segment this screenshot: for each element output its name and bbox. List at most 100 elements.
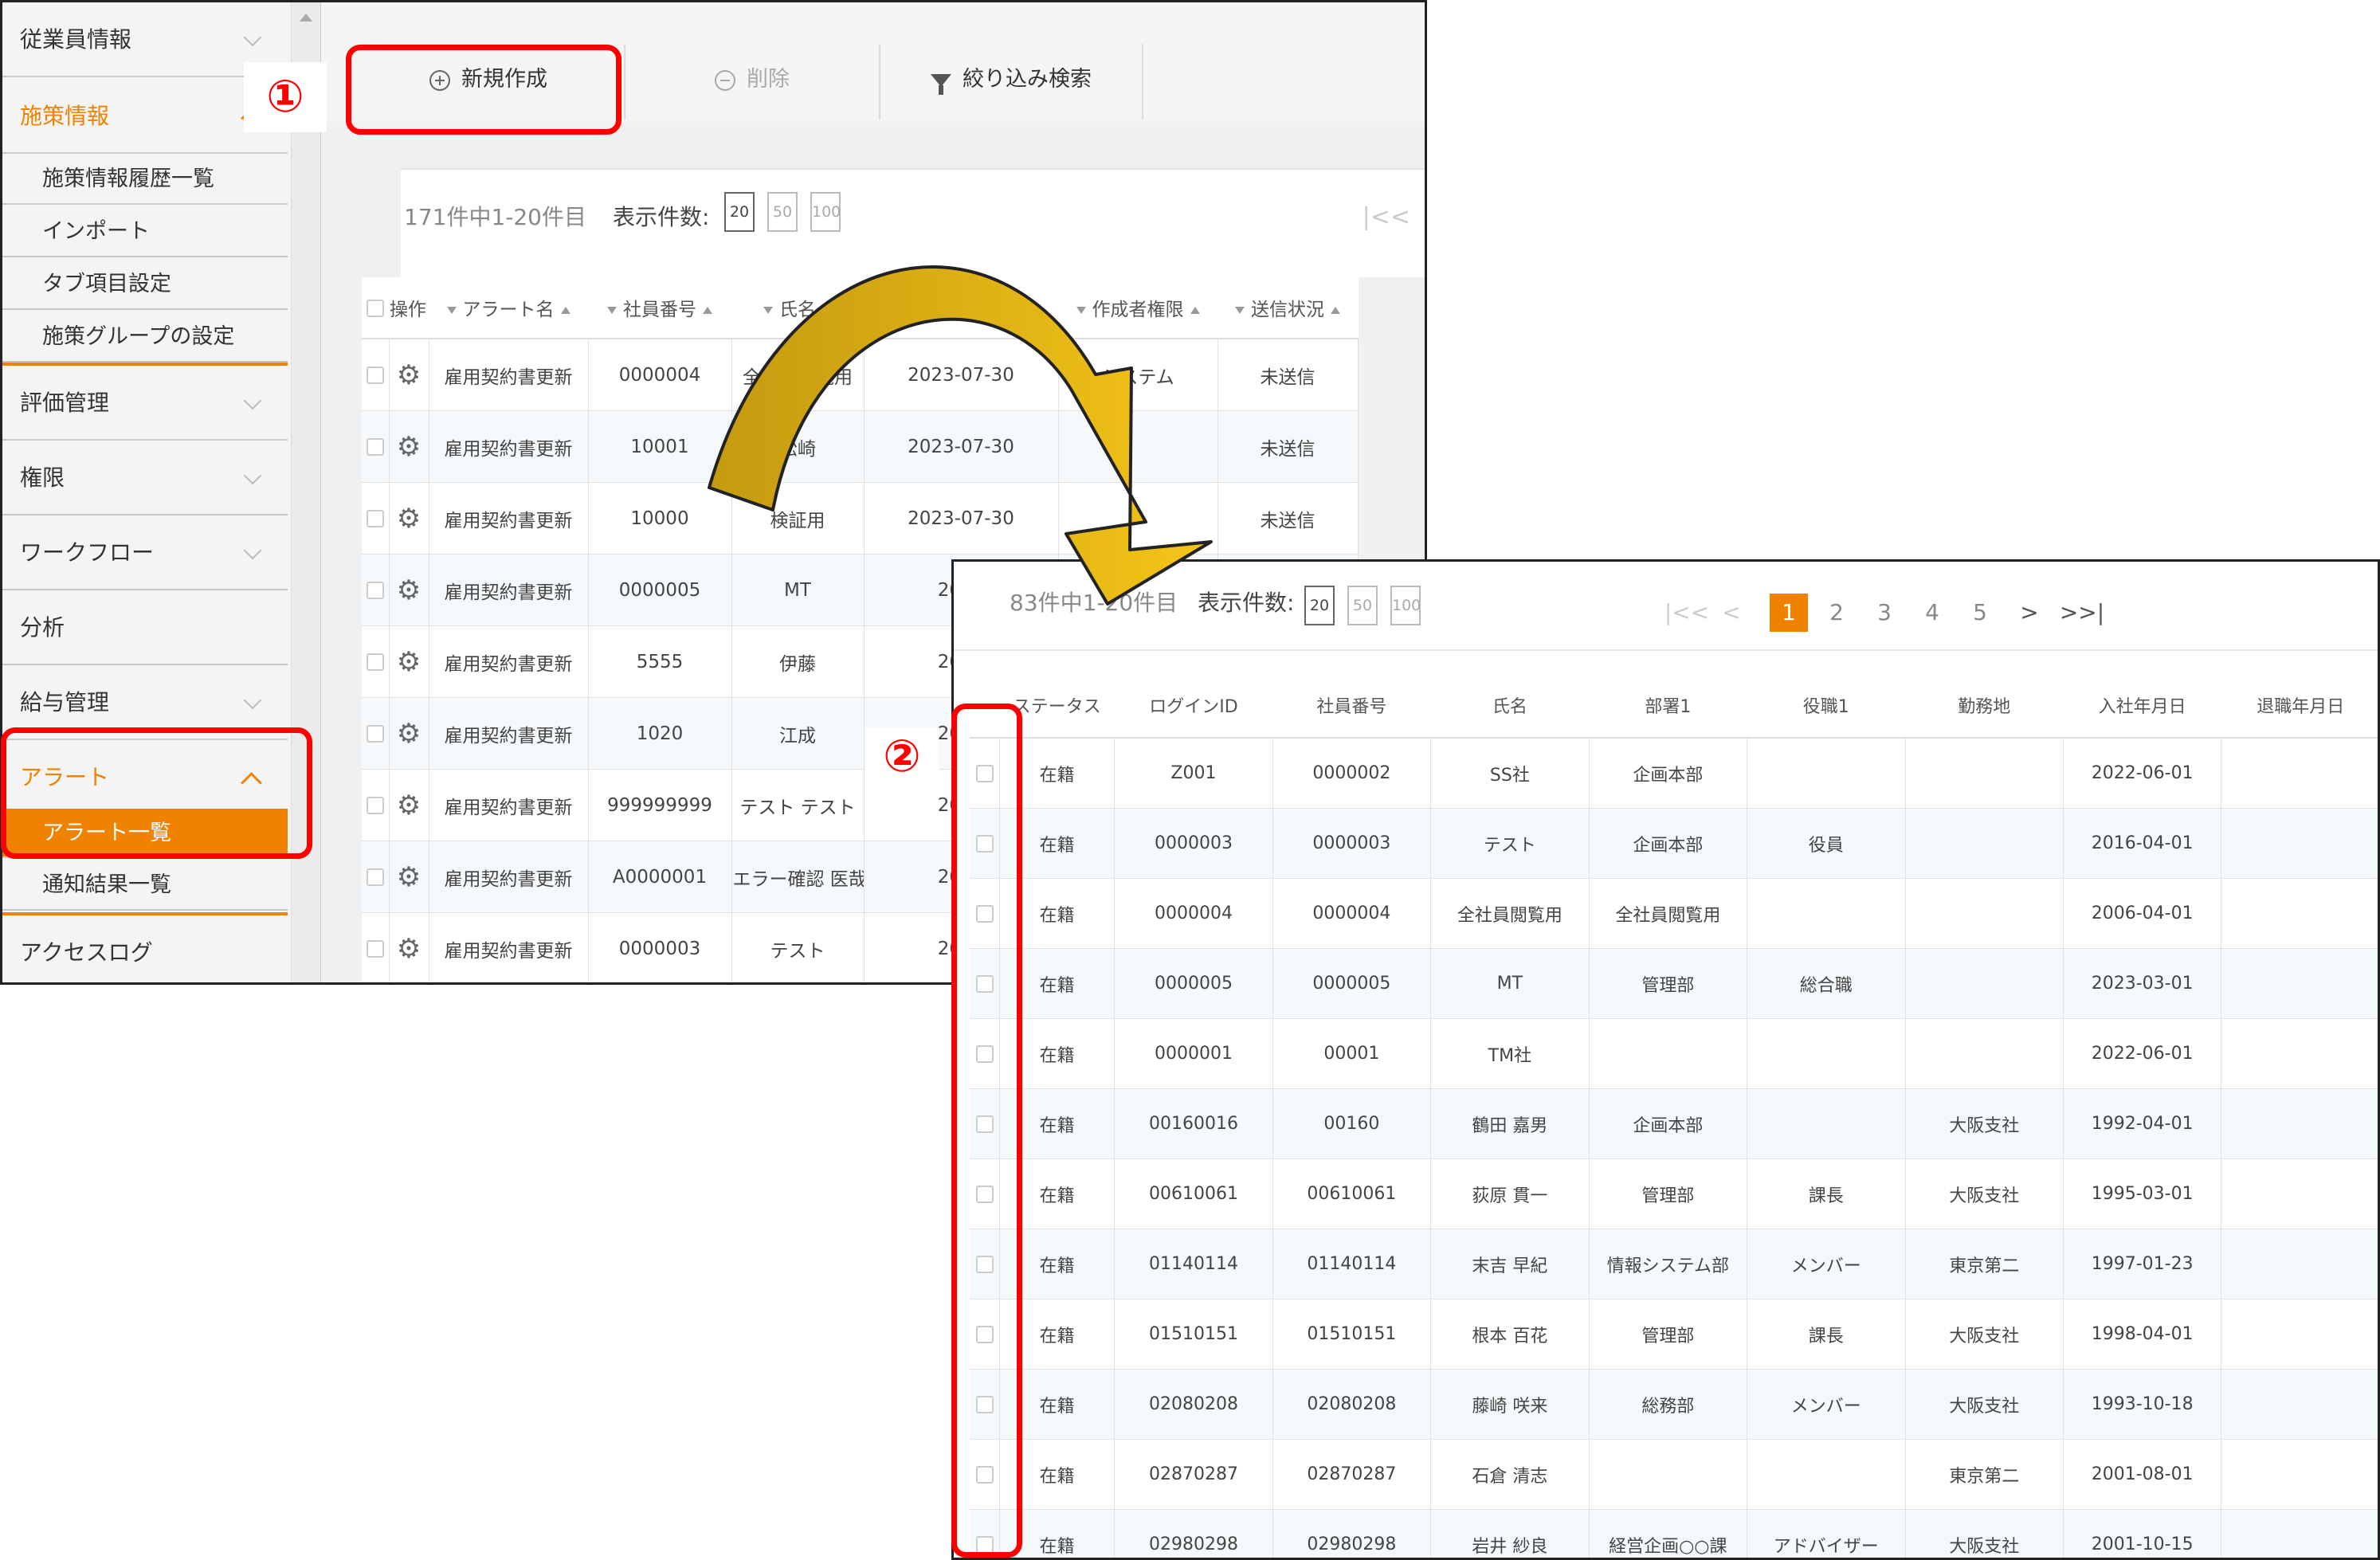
sidebar-subitem-notification-results[interactable]: 通知結果一覧 xyxy=(2,860,288,911)
sidebar-item-permissions[interactable]: 権限 xyxy=(2,441,288,515)
gear-icon[interactable]: ⚙ xyxy=(397,359,421,391)
table-row[interactable]: 在籍 01140114 01140114 末吉 早紀 情報システム部 メンバー 東京第二 19… xyxy=(970,1229,2378,1299)
row-checkbox[interactable] xyxy=(366,940,384,958)
chevron-down-icon xyxy=(243,691,262,710)
page-button-4[interactable]: 4 xyxy=(1913,594,1951,632)
row-checkbox[interactable] xyxy=(366,797,384,814)
table-cell: 1995-03-01 xyxy=(2063,1158,2222,1229)
gear-icon[interactable]: ⚙ xyxy=(397,574,421,606)
first-page-button[interactable]: |<< xyxy=(1663,594,1711,632)
column-header-name[interactable]: 氏名 xyxy=(1430,673,1590,739)
row-checkbox[interactable] xyxy=(366,868,384,886)
column-header-creator-permission[interactable]: 作成者権限 xyxy=(1058,277,1217,339)
gear-icon[interactable]: ⚙ xyxy=(397,646,421,678)
next-page-button[interactable]: > xyxy=(2010,594,2049,632)
table-cell: エラー確認 医哉 xyxy=(731,841,865,913)
column-header-alert-date[interactable]: アラート登録日 xyxy=(864,277,1058,339)
sort-asc-icon[interactable] xyxy=(1331,307,1340,314)
table-cell: 全社員閲覧用 xyxy=(1430,878,1590,949)
sidebar-item-evaluation[interactable]: 評価管理 xyxy=(2,366,288,441)
gear-icon[interactable]: ⚙ xyxy=(397,503,421,535)
page-button-3[interactable]: 3 xyxy=(1865,594,1904,632)
delete-button[interactable]: 削除 xyxy=(625,44,879,116)
filter-search-button[interactable]: 絞り込み検索 xyxy=(880,44,1142,116)
table-cell xyxy=(2221,1158,2378,1229)
sidebar-item-analysis[interactable]: 分析 xyxy=(2,590,288,665)
sort-asc-icon[interactable] xyxy=(703,307,712,314)
column-header-department[interactable]: 部署1 xyxy=(1589,673,1747,739)
table-row[interactable]: 在籍 0000005 0000005 MT 管理部 総合職 2023-03-01 xyxy=(970,948,2378,1019)
column-header-name[interactable]: 氏名 xyxy=(731,277,864,339)
page-size-50[interactable]: 50 xyxy=(1347,586,1378,625)
column-header-hire-date[interactable]: 入社年月日 xyxy=(2063,673,2221,739)
select-all-checkbox[interactable] xyxy=(367,299,384,317)
row-checkbox[interactable] xyxy=(366,725,384,743)
first-page-icon[interactable]: |<< xyxy=(1363,203,1410,231)
page-size-100[interactable]: 100 xyxy=(810,192,841,232)
page-size-20[interactable]: 20 xyxy=(724,192,755,232)
sidebar-item-workflow[interactable]: ワークフロー xyxy=(2,515,288,590)
row-checkbox[interactable] xyxy=(366,582,384,599)
row-checkbox[interactable] xyxy=(366,653,384,671)
column-header-position[interactable]: 役職1 xyxy=(1747,673,1905,739)
table-row[interactable]: 在籍 0000003 0000003 テスト 企画本部 役員 2016-04-01 xyxy=(970,808,2378,879)
table-row[interactable]: 在籍 0000004 0000004 全社員閲覧用 全社員閲覧用 2006-04-01 xyxy=(970,878,2378,949)
page-size-20[interactable]: 20 xyxy=(1304,586,1335,625)
column-header-login-id[interactable]: ログインID xyxy=(1114,673,1273,739)
row-checkbox[interactable] xyxy=(366,438,384,456)
page-size-100[interactable]: 100 xyxy=(1390,586,1421,625)
table-row[interactable]: ⚙ 雇用契約書更新 10000 検証用 2023-07-30 未送信 xyxy=(362,482,1359,555)
gear-icon[interactable]: ⚙ xyxy=(397,431,421,463)
gear-icon[interactable]: ⚙ xyxy=(397,933,421,965)
sort-desc-icon[interactable] xyxy=(446,307,457,314)
column-header-alert-name[interactable]: アラート名 xyxy=(429,277,588,339)
table-row[interactable]: 在籍 00610061 00610061 荻原 貫一 管理部 課長 大阪支社 1995-03-… xyxy=(970,1158,2378,1229)
prev-page-button[interactable]: < xyxy=(1712,594,1751,632)
sort-asc-icon[interactable] xyxy=(1190,307,1200,314)
sort-desc-icon[interactable] xyxy=(763,307,773,314)
table-row[interactable]: 在籍 0000001 00001 TM社 2022-06-01 xyxy=(970,1018,2378,1089)
row-checkbox[interactable] xyxy=(366,366,384,384)
sort-desc-icon[interactable] xyxy=(880,307,891,314)
last-page-button[interactable]: >>| xyxy=(2057,594,2107,632)
table-cell: 0000003 xyxy=(588,912,732,982)
table-row[interactable]: 在籍 Z001 0000002 SS社 企画本部 2022-06-01 xyxy=(970,737,2378,809)
table-cell: 雇用契約書更新 xyxy=(429,697,589,770)
column-header-work-location[interactable]: 勤務地 xyxy=(1905,673,2064,739)
page-size-50[interactable]: 50 xyxy=(767,192,798,232)
sort-desc-icon[interactable] xyxy=(1235,307,1245,314)
gear-icon[interactable]: ⚙ xyxy=(397,861,421,893)
table-row[interactable]: 在籍 00160016 00160 鶴田 嘉男 企画本部 大阪支社 1992-04-01 xyxy=(970,1088,2378,1159)
page-button-2[interactable]: 2 xyxy=(1817,594,1856,632)
table-row[interactable]: 在籍 02080208 02080208 藤崎 咲来 総務部 メンバー 大阪支社 1993-1… xyxy=(970,1369,2378,1440)
sort-asc-icon[interactable] xyxy=(560,307,570,314)
table-row[interactable]: ⚙ 雇用契約書更新 10001 松崎 2023-07-30 未送信 xyxy=(362,410,1359,483)
sort-desc-icon[interactable] xyxy=(607,307,617,314)
table-cell: 02980298 xyxy=(1272,1509,1432,1558)
sidebar-item-access-log[interactable]: アクセスログ xyxy=(2,915,288,982)
page-button-1[interactable]: 1 xyxy=(1770,594,1808,632)
sidebar-subitem-tab-settings[interactable]: タブ項目設定 xyxy=(2,259,288,310)
column-header-retire-date[interactable]: 退職年月日 xyxy=(2221,673,2378,739)
sort-asc-icon[interactable] xyxy=(822,307,832,314)
column-header-employee-no[interactable]: 社員番号 xyxy=(588,277,731,339)
table-row[interactable]: ⚙ 雇用契約書更新 0000004 全社員閲覧用 2023-07-30 システム 未送信 xyxy=(362,338,1359,411)
gear-icon[interactable]: ⚙ xyxy=(397,718,421,750)
column-header-send-status[interactable]: 送信状況 xyxy=(1217,277,1358,339)
sort-asc-icon[interactable] xyxy=(1031,307,1041,314)
sidebar-subitem-policy-group[interactable]: 施策グループの設定 xyxy=(2,312,288,363)
gear-icon[interactable]: ⚙ xyxy=(397,790,421,821)
table-row[interactable]: 在籍 02870287 02870287 石倉 清志 東京第二 2001-08-01 xyxy=(970,1439,2378,1510)
column-header-employee-no[interactable]: 社員番号 xyxy=(1272,673,1431,739)
sidebar-subitem-import[interactable]: インポート xyxy=(2,206,288,257)
row-checkbox[interactable] xyxy=(366,510,384,527)
table-row[interactable]: 在籍 02980298 02980298 岩井 紗良 経営企画○○課 アドバイザー 大阪支社… xyxy=(970,1509,2378,1558)
scroll-up-icon[interactable] xyxy=(300,14,312,22)
sidebar-subitem-policy-history[interactable]: 施策情報履歴一覧 xyxy=(2,154,288,205)
table-row[interactable]: 在籍 01510151 01510151 根本 百花 管理部 課長 大阪支社 1998-04-… xyxy=(970,1299,2378,1370)
table-cell: 企画本部 xyxy=(1589,808,1748,879)
table-cell: 課長 xyxy=(1747,1158,1906,1229)
page-button-5[interactable]: 5 xyxy=(1961,594,1999,632)
sort-desc-icon[interactable] xyxy=(1076,307,1086,314)
row-action-cell: ⚙ xyxy=(389,912,429,982)
